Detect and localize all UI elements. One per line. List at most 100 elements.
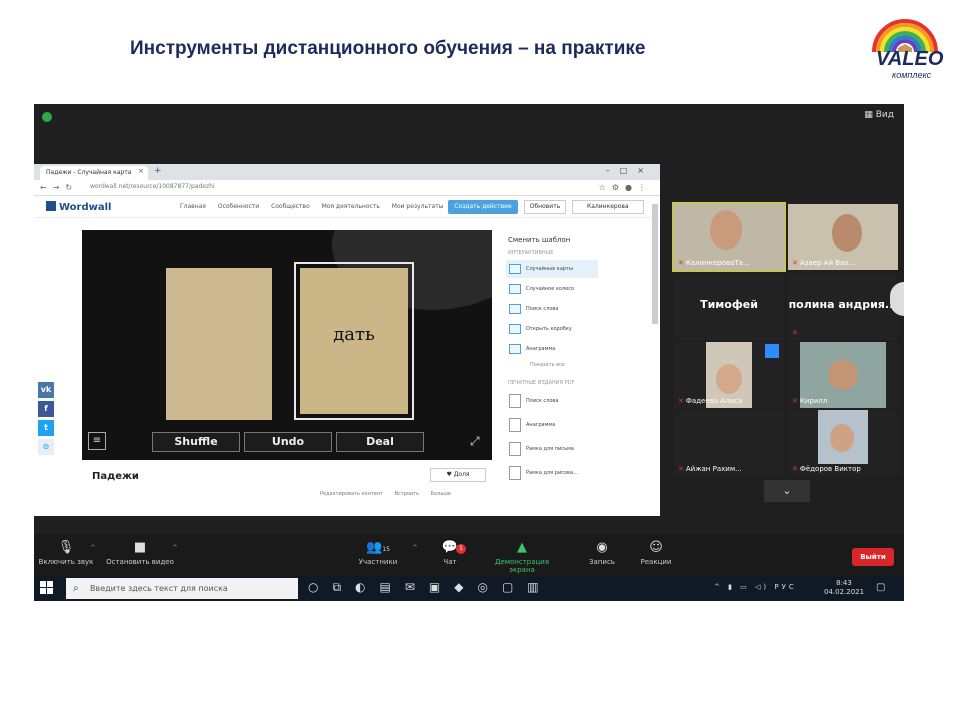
participant-tile[interactable]: ✕ Кирилл <box>788 342 898 408</box>
template-random-cards[interactable]: Случайные карты <box>506 260 598 278</box>
vk-icon[interactable]: vk <box>38 382 54 398</box>
show-all-link[interactable]: Показать все <box>530 362 602 368</box>
browser-actions-icon[interactable]: ☆⚙●⋮ <box>599 183 652 192</box>
social-share-bar: vk f t ⊙ <box>38 382 54 458</box>
reactions-button[interactable]: ☺ Реакции <box>618 540 694 566</box>
template-label: Рамка для письма <box>526 446 574 452</box>
nav-features[interactable]: Особенности <box>218 203 259 210</box>
more-link[interactable]: Больше <box>431 491 451 497</box>
chat-label: Чат <box>443 558 457 566</box>
mic-off-icon: ✕ <box>792 259 798 267</box>
nav-community[interactable]: Сообщество <box>271 203 310 210</box>
print-word-search[interactable]: Поиск слова <box>506 390 598 412</box>
nav-my-activities[interactable]: Моя деятельность <box>322 203 380 210</box>
template-panel-title: Сменить шаблон <box>508 236 571 244</box>
random-cards-game: дать ≡ Shuffle Undo Deal ⤢ <box>82 230 492 460</box>
chevron-down-icon[interactable]: ⌄ <box>764 480 810 502</box>
print-drawing-frame[interactable]: Рамка для рисова... <box>506 462 598 484</box>
participant-label: Азаер Ай Вал... <box>799 259 856 267</box>
participant-tile[interactable]: ✕ Фёдоров Виктор <box>788 410 898 476</box>
game-menu-icon[interactable]: ≡ <box>88 432 106 450</box>
chevron-up-icon[interactable]: ^ <box>172 544 178 552</box>
participant-tile[interactable]: ✕ КалинкероваТа... <box>672 202 786 272</box>
template-switcher-panel: Сменить шаблон ИНТЕРАКТИВНЫЕ Случайные к… <box>502 230 602 520</box>
mic-off-icon: ✕ <box>792 397 798 405</box>
template-label: Рамка для рисова... <box>526 470 578 476</box>
participant-name: ✕ <box>792 329 800 337</box>
participants-count: 15 <box>382 546 390 553</box>
window-controls[interactable]: –□× <box>606 166 654 175</box>
participant-label: Фадеева Алиса <box>685 397 743 405</box>
like-label: Доля <box>453 471 470 478</box>
undo-button[interactable]: Undo <box>244 432 332 452</box>
browser-tabbar: Падежи - Случайная карта × + –□× <box>34 164 660 180</box>
anagram-icon <box>509 344 521 354</box>
template-word-search[interactable]: Поиск слова <box>506 300 598 318</box>
system-tray[interactable]: ^ ▮ ▭ ◁) РУС <box>714 583 797 591</box>
facebook-icon[interactable]: f <box>38 401 54 417</box>
participant-tile[interactable]: полина андрия... ✕ <box>788 274 898 340</box>
participant-tile[interactable]: ✕ Айжан Рахим... <box>674 410 784 476</box>
like-button[interactable]: ♥ Доля <box>430 468 486 482</box>
update-button[interactable]: Обновить <box>524 200 566 214</box>
print-anagram[interactable]: Анаграмма <box>506 414 598 436</box>
deal-button[interactable]: Deal <box>336 432 424 452</box>
template-anagram[interactable]: Анаграмма <box>506 340 598 358</box>
view-grid-icon[interactable]: ▦ Вид <box>864 110 894 120</box>
notification-icon[interactable]: ▢ <box>876 582 885 593</box>
chevron-up-icon[interactable]: ^ <box>90 544 96 552</box>
browser-window: Падежи - Случайная карта × + –□× ←→↻ wor… <box>34 164 660 516</box>
document-icon <box>509 418 521 432</box>
windows-start-icon[interactable] <box>40 581 54 595</box>
chat-button[interactable]: 💬 1 Чат <box>412 540 488 566</box>
embed-link[interactable]: Встроить <box>395 491 419 497</box>
face-down-card[interactable] <box>166 268 272 420</box>
stop-video-label: Остановить видео <box>106 558 174 566</box>
shuffle-button[interactable]: Shuffle <box>152 432 240 452</box>
nav-my-results[interactable]: Мои результаты <box>392 203 444 210</box>
revealed-card[interactable]: дать <box>300 268 408 414</box>
stop-video-button[interactable]: ■ Остановить видео <box>102 540 178 566</box>
tab-close-icon[interactable]: × <box>138 167 144 175</box>
template-open-box[interactable]: Открыть коробку <box>506 320 598 338</box>
participant-label: Кирилл <box>799 397 828 405</box>
nav-home[interactable]: Главная <box>180 203 206 210</box>
share-label: Демонстрация экрана <box>494 558 550 574</box>
create-activity-button[interactable]: Создать действие <box>448 200 518 214</box>
url-field[interactable]: wordwall.net/resource/10087877/padezhi <box>90 183 215 190</box>
fullscreen-icon[interactable]: ⤢ <box>470 434 480 449</box>
language-indicator[interactable]: РУС <box>774 583 796 591</box>
participant-name: ✕ КалинкероваТа... <box>678 259 750 267</box>
participant-tile[interactable]: ✕ Азаер Ай Вал... <box>788 204 898 270</box>
taskbar-app-icons[interactable]: ○⧉◐▤✉▣◆◎▢▥ <box>308 580 553 595</box>
participants-button[interactable]: 👥15 Участники <box>340 540 416 566</box>
browser-tab[interactable]: Падежи - Случайная карта <box>40 166 148 180</box>
print-writing-frame[interactable]: Рамка для письма <box>506 438 598 460</box>
chat-badge: 1 <box>456 544 466 554</box>
edit-content-link[interactable]: Редактировать контент <box>320 491 383 497</box>
user-menu[interactable]: Калинкерова <box>572 200 644 214</box>
template-random-wheel[interactable]: Случайное колесо <box>506 280 598 298</box>
nav-arrows-icon[interactable]: ←→↻ <box>40 183 78 192</box>
template-label: Случайное колесо <box>526 286 575 292</box>
share-screen-button[interactable]: ▲ Демонстрация экрана <box>484 540 560 574</box>
leave-button[interactable]: Выйти <box>852 548 894 566</box>
presentation-slide: Инструменты дистанционного обучения – на… <box>0 0 960 720</box>
taskbar-clock[interactable]: 8:43 04.02.2021 <box>824 579 864 597</box>
security-shield-icon[interactable] <box>42 112 52 122</box>
activity-title: Падежи <box>92 471 139 482</box>
left-scroll-handle[interactable] <box>34 346 42 368</box>
participant-face <box>830 424 854 452</box>
reactions-icon: ☺ <box>649 540 663 555</box>
wordwall-logo[interactable]: Wordwall <box>46 201 111 213</box>
twitter-icon[interactable]: t <box>38 420 54 436</box>
mic-off-icon: ✕ <box>678 259 684 267</box>
new-tab-icon[interactable]: + <box>154 166 162 176</box>
taskbar-search-input[interactable]: ⌕ Введите здесь текст для поиска <box>66 578 298 599</box>
browser-scrollbar[interactable] <box>652 204 658 324</box>
wordwall-logo-icon <box>46 201 56 211</box>
participant-tile[interactable]: Тимофей <box>674 274 784 340</box>
activity-actions: Редактировать контент Встроить Больше <box>320 491 461 497</box>
reactions-label: Реакции <box>640 558 672 566</box>
share-link-icon[interactable]: ⊙ <box>38 439 54 455</box>
